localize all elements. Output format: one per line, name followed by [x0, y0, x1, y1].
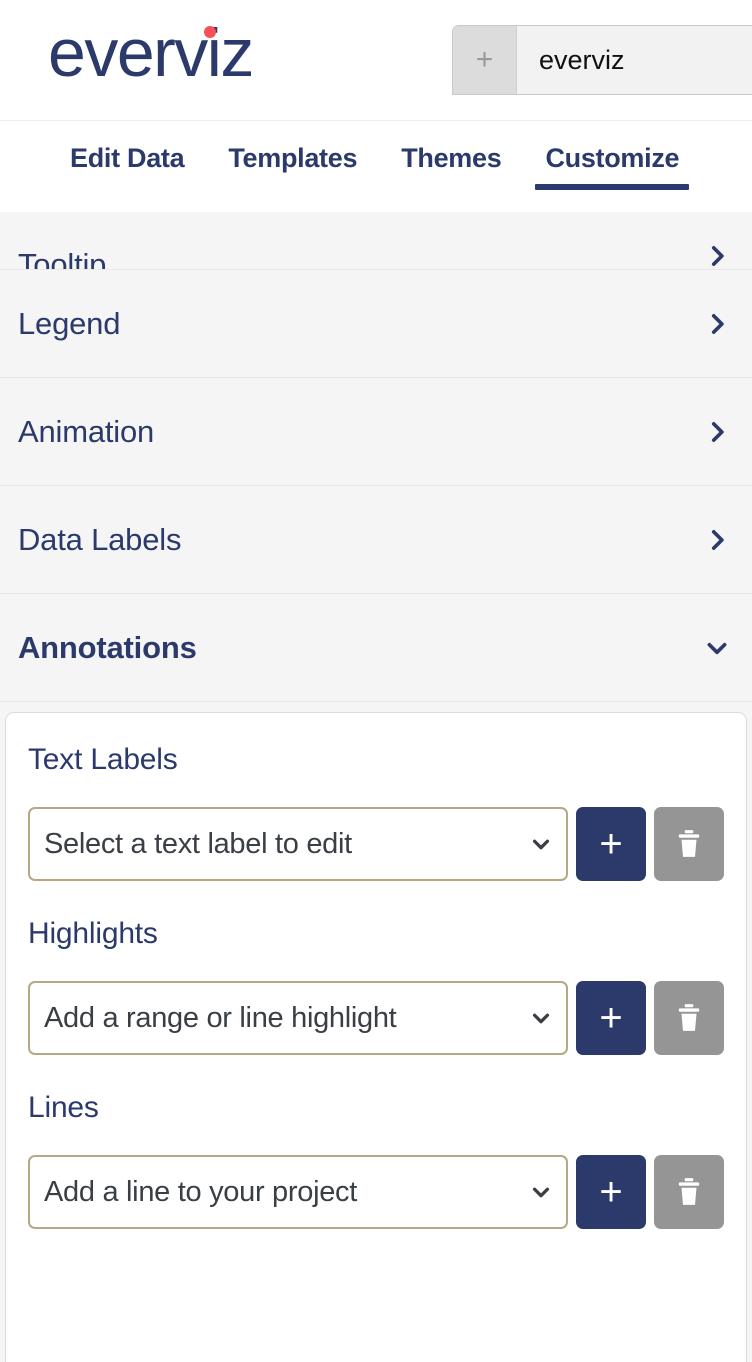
add-line-button[interactable]: +: [576, 1155, 646, 1229]
browser-tabstrip: + everviz: [452, 25, 752, 95]
plus-icon: +: [599, 1170, 623, 1214]
tab-edit-data[interactable]: Edit Data: [48, 121, 206, 200]
accordion-section-tooltip-label: Tooltip: [18, 247, 107, 270]
line-select[interactable]: Add a line to your project: [28, 1155, 568, 1229]
accordion-section-data-labels-label: Data Labels: [18, 521, 182, 557]
trash-icon: [678, 1178, 700, 1205]
group-lines-title: Lines: [28, 1091, 99, 1124]
text-label-select[interactable]: Select a text label to edit: [28, 807, 568, 881]
logo-text-label: everviz: [48, 15, 254, 91]
annotations-panel: Text Labels Select a text label to edit …: [5, 712, 747, 1362]
group-lines: Lines Add a line to your project +: [28, 1091, 724, 1229]
new-tab-button[interactable]: +: [453, 26, 517, 94]
delete-text-label-button[interactable]: [654, 807, 724, 881]
highlight-select[interactable]: Add a range or line highlight: [28, 981, 568, 1055]
app-header: everviz + everviz: [0, 0, 752, 120]
tab-customize-label: Customize: [545, 143, 680, 173]
plus-icon: +: [599, 822, 623, 866]
editor-tab-bar: Edit Data Templates Themes Customize: [0, 120, 752, 212]
group-highlights: Highlights Add a range or line highlight…: [28, 917, 724, 1055]
chevron-right-icon: [711, 421, 724, 442]
add-text-label-button[interactable]: +: [576, 807, 646, 881]
plus-icon: +: [599, 996, 623, 1040]
tab-edit-data-label: Edit Data: [70, 143, 185, 173]
highlights-control-row: Add a range or line highlight +: [28, 981, 724, 1055]
everviz-editor-app: everviz + everviz Edit Data Templates Th…: [0, 0, 752, 1362]
customize-options-scroll[interactable]: Tooltip Legend Animation Data Labels Ann: [0, 212, 752, 1362]
accordion-section-data-labels[interactable]: Data Labels: [0, 486, 752, 594]
accordion-section-animation-label: Animation: [18, 413, 155, 449]
chevron-down-icon: [707, 642, 727, 654]
trash-icon: [678, 1004, 700, 1031]
add-highlight-button[interactable]: +: [576, 981, 646, 1055]
everviz-logo[interactable]: everviz: [48, 18, 254, 88]
delete-highlight-button[interactable]: [654, 981, 724, 1055]
text-labels-control-row: Select a text label to edit +: [28, 807, 724, 881]
chevron-right-icon: [711, 529, 724, 550]
chevron-right-icon: [711, 246, 724, 266]
text-label-select-wrapper: Select a text label to edit: [28, 807, 568, 881]
delete-line-button[interactable]: [654, 1155, 724, 1229]
tab-templates[interactable]: Templates: [206, 121, 379, 200]
tab-themes[interactable]: Themes: [379, 121, 523, 200]
accordion-section-annotations-label: Annotations: [18, 629, 197, 665]
tab-themes-label: Themes: [401, 143, 502, 173]
accordion-section-tooltip[interactable]: Tooltip: [0, 212, 752, 270]
browser-tab-everviz[interactable]: everviz: [517, 26, 752, 94]
accordion-section-annotations[interactable]: Annotations: [0, 594, 752, 702]
lines-control-row: Add a line to your project +: [28, 1155, 724, 1229]
tab-customize[interactable]: Customize: [523, 121, 701, 200]
accordion-section-legend[interactable]: Legend: [0, 270, 752, 378]
group-highlights-title: Highlights: [28, 917, 158, 950]
accordion-section-legend-label: Legend: [18, 305, 121, 341]
plus-icon: +: [475, 43, 494, 76]
highlight-select-wrapper: Add a range or line highlight: [28, 981, 568, 1055]
tab-templates-label: Templates: [228, 143, 358, 173]
accordion-section-animation[interactable]: Animation: [0, 378, 752, 486]
group-text-labels-title: Text Labels: [28, 743, 178, 776]
group-text-labels: Text Labels Select a text label to edit …: [28, 743, 724, 881]
logo-dot-icon: [203, 26, 216, 38]
browser-tab-title: everviz: [539, 44, 625, 75]
chevron-right-icon: [711, 313, 724, 334]
logo-wordmark: everviz: [48, 19, 254, 87]
trash-icon: [678, 830, 700, 857]
line-select-wrapper: Add a line to your project: [28, 1155, 568, 1229]
